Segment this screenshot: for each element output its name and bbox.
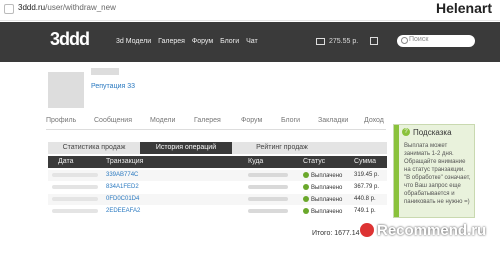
- username-redacted: [91, 68, 119, 75]
- tab-operation-history[interactable]: История операций: [140, 142, 232, 154]
- amount: 319.45 р.: [354, 172, 380, 178]
- profile-tabs: Профиль Сообщения Модели Галерея Форум Б…: [46, 117, 386, 130]
- status: Выплачено: [303, 208, 342, 215]
- tab-gallery[interactable]: Галерея: [194, 117, 221, 124]
- table-row: 834A1FED2 Выплачено 367.79 р.: [48, 182, 387, 193]
- balance[interactable]: 275.55 р.: [329, 38, 358, 45]
- col-transaction: Транзакция: [106, 158, 144, 165]
- main-nav: 3d Модели Галерея Форум Блоги Чат: [116, 38, 263, 45]
- tab-sales-stats[interactable]: Статистика продаж: [48, 142, 140, 154]
- question-icon: ?: [402, 128, 410, 136]
- transaction-link[interactable]: 2EDEEAFA2: [106, 208, 140, 214]
- tab-blogs[interactable]: Блоги: [281, 117, 300, 124]
- status: Выплачено: [303, 196, 342, 203]
- total: Итого: 1677.14: [312, 230, 360, 237]
- status-ok-icon: [303, 196, 309, 202]
- search-placeholder: Поиск: [409, 36, 429, 43]
- page-icon: [4, 4, 14, 14]
- address-bar[interactable]: 3ddd.ru/user/withdraw_new: [0, 0, 500, 21]
- operation-tabs: Статистика продаж История операций Рейти…: [48, 142, 387, 154]
- destination-redacted: [248, 197, 288, 201]
- destination-redacted: [248, 209, 288, 213]
- table-header: Дата Транзакция Куда Статус Сумма: [48, 156, 387, 168]
- destination-redacted: [248, 173, 288, 177]
- col-date: Дата: [58, 158, 74, 165]
- col-destination: Куда: [248, 158, 264, 165]
- nav-forum[interactable]: Форум: [192, 38, 213, 45]
- date-redacted: [52, 185, 98, 189]
- search-icon: [401, 37, 408, 44]
- nav-chat[interactable]: Чат: [246, 38, 258, 45]
- nav-blogs[interactable]: Блоги: [220, 38, 239, 45]
- corner-username: Helenart: [435, 0, 492, 16]
- amount: 440.8 р.: [354, 196, 376, 202]
- tab-bookmarks[interactable]: Закладки: [318, 117, 348, 124]
- table-row: 0FD0C01D4 Выплачено 440.8 р.: [48, 194, 387, 205]
- avatar[interactable]: [48, 72, 84, 108]
- reputation-link[interactable]: Репутация 33: [91, 83, 135, 90]
- site-logo[interactable]: 3ddd: [50, 29, 90, 50]
- tab-models[interactable]: Модели: [150, 117, 175, 124]
- tab-forum[interactable]: Форум: [241, 117, 262, 124]
- hint-title: Подсказка: [413, 128, 452, 137]
- hint-accent-bar: [394, 125, 399, 217]
- wallet-icon[interactable]: [316, 38, 325, 45]
- status-ok-icon: [303, 184, 309, 190]
- status: Выплачено: [303, 184, 342, 191]
- col-sum: Сумма: [354, 158, 376, 165]
- watermark-icon: [360, 223, 374, 237]
- amount: 367.79 р.: [354, 184, 380, 190]
- table-row: 339AB774C Выплачено 319.45 р.: [48, 170, 387, 181]
- url-text[interactable]: 3ddd.ru/user/withdraw_new: [18, 3, 116, 12]
- tab-sales-rating[interactable]: Рейтинг продаж: [232, 142, 332, 154]
- hint-text: Выплата может занимать 1-2 дня. Обращайт…: [404, 143, 471, 205]
- status-ok-icon: [303, 172, 309, 178]
- date-redacted: [52, 197, 98, 201]
- amount: 749.1 р.: [354, 208, 376, 214]
- tab-income[interactable]: Доход: [364, 117, 384, 124]
- transaction-link[interactable]: 339AB774C: [106, 172, 138, 178]
- hint-box: ? Подсказка Выплата может занимать 1-2 д…: [393, 124, 475, 218]
- col-status: Статус: [303, 158, 326, 165]
- destination-redacted: [248, 185, 288, 189]
- transaction-link[interactable]: 0FD0C01D4: [106, 196, 139, 202]
- search-input[interactable]: Поиск: [397, 35, 475, 47]
- tab-profile[interactable]: Профиль: [46, 117, 76, 124]
- status-ok-icon: [303, 208, 309, 214]
- table-row: 2EDEEAFA2 Выплачено 749.1 р.: [48, 206, 387, 217]
- watermark: Recommend.ru: [360, 222, 486, 239]
- nav-models[interactable]: 3d Модели: [116, 38, 151, 45]
- date-redacted: [52, 173, 98, 177]
- tab-messages[interactable]: Сообщения: [94, 117, 132, 124]
- site-header: 3ddd 3d Модели Галерея Форум Блоги Чат 2…: [0, 22, 500, 62]
- nav-gallery[interactable]: Галерея: [158, 38, 185, 45]
- date-redacted: [52, 209, 98, 213]
- status: Выплачено: [303, 172, 342, 179]
- transaction-link[interactable]: 834A1FED2: [106, 184, 139, 190]
- cart-icon[interactable]: [370, 37, 378, 45]
